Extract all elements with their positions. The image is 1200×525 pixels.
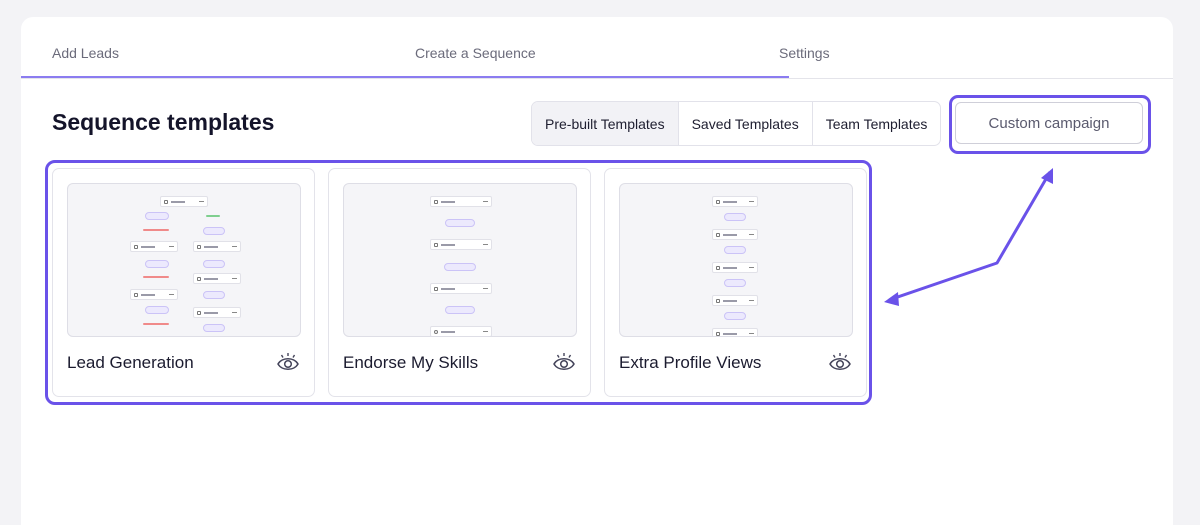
arrowhead-left <box>884 292 899 306</box>
annotation-arrow <box>884 168 1053 306</box>
